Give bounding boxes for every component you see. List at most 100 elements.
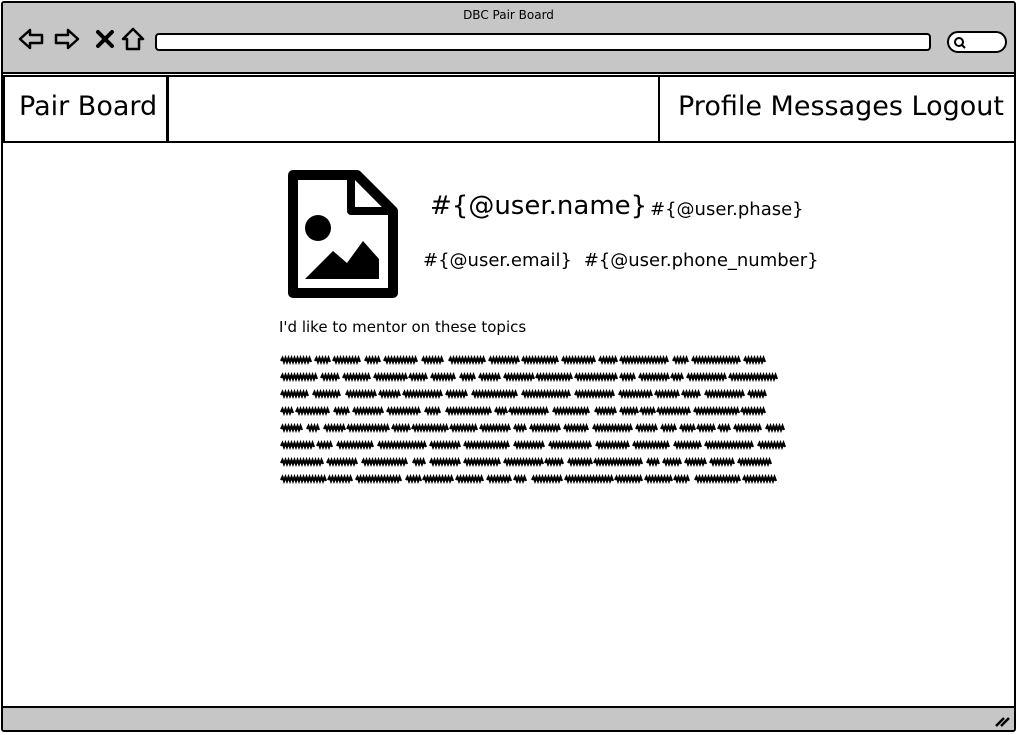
browser-toolbar: DBC Pair Board <box>3 3 1014 74</box>
scribble-word <box>548 439 593 451</box>
scribble-word <box>503 371 536 383</box>
header-spacer <box>167 75 661 143</box>
scribble-word <box>696 422 717 434</box>
scribble-word <box>361 456 409 468</box>
scribble-word <box>345 388 378 400</box>
scribble-word <box>531 473 564 485</box>
scribble-word <box>355 473 403 485</box>
scribble-word <box>654 388 681 400</box>
user-phone: #{@user.phone_number} <box>583 250 819 271</box>
scribble-word <box>478 371 502 383</box>
scribble-word <box>422 473 455 485</box>
scribble-word <box>280 456 325 468</box>
scribble-word <box>670 371 685 383</box>
topics-label: I'd like to mentor on these topics <box>279 318 527 336</box>
scribble-word <box>747 388 768 400</box>
resize-grip-icon[interactable] <box>994 714 1010 728</box>
scribble-word <box>717 422 732 434</box>
scribble-word <box>503 456 545 468</box>
scribble-word <box>693 405 741 417</box>
scribble-word <box>614 473 644 485</box>
scribble-word <box>411 422 450 434</box>
scribble-word <box>660 422 678 434</box>
scribble-word <box>672 354 690 366</box>
scribble-word <box>529 422 562 434</box>
scribble-word <box>346 422 391 434</box>
arrow-right-icon[interactable] <box>53 25 81 53</box>
scribble-word <box>408 371 429 383</box>
scribble-word <box>681 388 702 400</box>
scribble-word <box>471 388 519 400</box>
scribble-word <box>280 371 319 383</box>
scribble-word <box>386 405 422 417</box>
scribble-word <box>448 354 487 366</box>
scribble-word <box>280 405 295 417</box>
scribble-word <box>455 473 485 485</box>
scribble-word <box>373 371 409 383</box>
brand-box: Pair Board <box>3 75 168 143</box>
scribble-word <box>421 354 445 366</box>
scribble-word <box>280 354 313 366</box>
scribble-word <box>563 422 590 434</box>
user-phase: #{@user.phase} <box>650 199 804 220</box>
scribble-word <box>323 422 347 434</box>
image-placeholder-icon <box>288 170 398 298</box>
address-bar[interactable] <box>155 33 931 51</box>
scribble-word <box>336 439 375 451</box>
scribble-word <box>662 456 683 468</box>
scribble-word <box>521 388 572 400</box>
scribble-word <box>412 456 427 468</box>
close-icon[interactable] <box>91 25 119 53</box>
scribble-word <box>327 473 354 485</box>
scribble-word <box>691 354 742 366</box>
scribble-word <box>757 439 787 451</box>
scribble-word <box>463 456 502 468</box>
scribble-word <box>352 405 385 417</box>
scribble-word <box>333 405 351 417</box>
nav-profile[interactable]: Profile <box>678 91 762 122</box>
scribble-word <box>740 405 767 417</box>
arrow-left-icon[interactable] <box>17 25 45 53</box>
scribble-word <box>593 456 644 468</box>
scribble-word <box>445 388 469 400</box>
home-icon[interactable] <box>119 25 147 53</box>
scribble-word <box>513 473 528 485</box>
scribble-word <box>429 456 462 468</box>
brand-logo[interactable]: Pair Board <box>19 91 157 122</box>
scribble-word <box>332 354 362 366</box>
scribble-word <box>479 422 512 434</box>
scribble-word <box>638 371 671 383</box>
scribble-word <box>445 405 493 417</box>
scribble-word <box>618 388 654 400</box>
browser-search[interactable] <box>947 31 1007 53</box>
scribble-word <box>326 456 359 468</box>
scribble-word <box>598 354 619 366</box>
scribble-word <box>709 456 736 468</box>
scribble-word <box>312 388 342 400</box>
scribble-word <box>402 388 444 400</box>
scribble-word <box>513 422 528 434</box>
scribble-word <box>280 422 304 434</box>
scribble-word <box>513 439 546 451</box>
scribble-word <box>632 439 671 451</box>
scribble-word <box>429 439 462 451</box>
scribble-word <box>594 405 618 417</box>
scribble-word <box>535 371 574 383</box>
scribble-word <box>494 405 509 417</box>
scribble-word <box>561 354 597 366</box>
scribble-word <box>320 371 341 383</box>
scribble-word <box>564 473 615 485</box>
scribble-word <box>552 405 591 417</box>
scribble-word <box>737 456 773 468</box>
scribble-word <box>704 439 755 451</box>
scribble-word <box>405 473 423 485</box>
scribble-word <box>574 388 616 400</box>
window-title: DBC Pair Board <box>463 8 554 22</box>
scribble-word <box>544 456 565 468</box>
scribble-word <box>314 354 332 366</box>
nav-messages[interactable]: Messages <box>771 91 903 122</box>
scribble-word <box>635 422 659 434</box>
scribble-word <box>694 473 742 485</box>
browser-window: DBC Pair Board Pair Board Profile Messag… <box>1 1 1016 732</box>
nav-logout[interactable]: Logout <box>912 91 1004 122</box>
